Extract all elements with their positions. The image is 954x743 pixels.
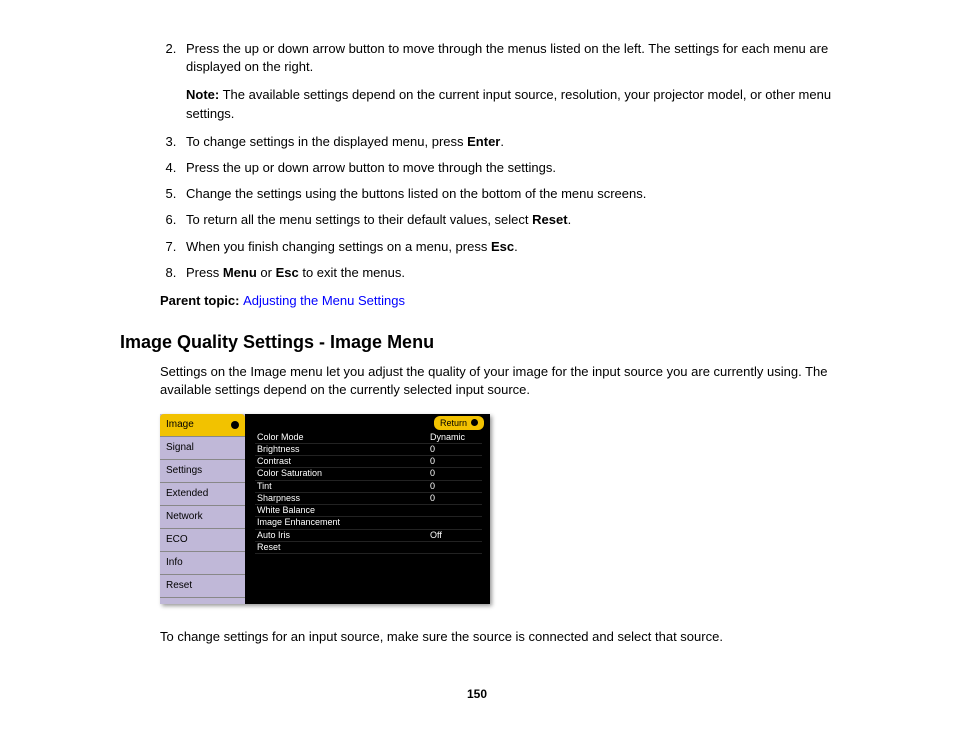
instruction-list: Press the up or down arrow button to mov…	[160, 40, 854, 282]
step-7: When you finish changing settings on a m…	[180, 238, 854, 256]
step-8-menu: Menu	[223, 265, 257, 280]
note-text: The available settings depend on the cur…	[186, 87, 831, 120]
menu-row-label: Color Mode	[257, 432, 304, 443]
step-4: Press the up or down arrow button to mov…	[180, 159, 854, 177]
step-8-a: Press	[186, 265, 223, 280]
step-7-c: .	[514, 239, 518, 254]
tab-indicator-icon	[231, 421, 239, 429]
menu-row-label: Image Enhancement	[257, 517, 340, 528]
menu-row[interactable]: Color Mode Dynamic	[255, 432, 482, 444]
menu-tab-label: ECO	[166, 533, 188, 547]
menu-tab-settings[interactable]: Settings	[160, 460, 245, 483]
step-6-reset: Reset	[532, 212, 567, 227]
menu-tab-label: Settings	[166, 464, 202, 478]
menu-tab-network[interactable]: Network	[160, 506, 245, 529]
menu-row[interactable]: White Balance	[255, 505, 482, 517]
return-indicator-icon	[471, 419, 478, 426]
post-paragraph: To change settings for an input source, …	[160, 628, 854, 646]
menu-row-label: Sharpness	[257, 493, 300, 504]
step-3-c: .	[500, 134, 504, 149]
menu-row-label: Brightness	[257, 444, 300, 455]
step-7-a: When you finish changing settings on a m…	[186, 239, 491, 254]
step-8-c: or	[257, 265, 276, 280]
menu-row-value	[430, 505, 480, 516]
menu-row-value	[430, 517, 480, 528]
menu-row[interactable]: Color Saturation 0	[255, 468, 482, 480]
step-3: To change settings in the displayed menu…	[180, 133, 854, 151]
menu-tab-info[interactable]: Info	[160, 552, 245, 575]
step-2-text: Press the up or down arrow button to mov…	[186, 41, 828, 74]
step-8-e: to exit the menus.	[299, 265, 405, 280]
projector-menu-screenshot: Image Signal Settings Extended Network E…	[160, 414, 490, 604]
step-8-esc: Esc	[276, 265, 299, 280]
menu-row-value: 0	[430, 481, 480, 492]
page-number: 150	[60, 686, 894, 703]
menu-tab-label: Extended	[166, 487, 208, 501]
menu-row-value	[430, 542, 480, 553]
menu-row-label: Contrast	[257, 456, 291, 467]
menu-tab-extended[interactable]: Extended	[160, 483, 245, 506]
parent-topic-link[interactable]: Adjusting the Menu Settings	[243, 293, 405, 308]
step-6-a: To return all the menu settings to their…	[186, 212, 532, 227]
menu-tab-label: Image	[166, 418, 194, 432]
menu-items: Color ModeDynamic Brightness0 Contrast0 …	[255, 432, 482, 555]
return-button[interactable]: Return	[434, 416, 484, 431]
menu-row-label: Color Saturation	[257, 468, 322, 479]
menu-row-value: 0	[430, 468, 480, 479]
menu-row-label: Reset	[257, 542, 281, 553]
menu-row-value: 0	[430, 493, 480, 504]
menu-right-panel: Return Color Mode Dynamic Brightness 0 Con…	[245, 414, 490, 604]
step-6: To return all the menu settings to their…	[180, 211, 854, 229]
step-7-esc: Esc	[491, 239, 514, 254]
menu-row[interactable]: Reset	[255, 542, 482, 554]
step-3-a: To change settings in the displayed menu…	[186, 134, 467, 149]
menu-left-tabs: Image Signal Settings Extended Network E…	[160, 414, 245, 604]
menu-tab-reset[interactable]: Reset	[160, 575, 245, 598]
menu-tab-eco[interactable]: ECO	[160, 529, 245, 552]
menu-row[interactable]: Sharpness 0	[255, 493, 482, 505]
step-2: Press the up or down arrow button to mov…	[180, 40, 854, 123]
step-8: Press Menu or Esc to exit the menus.	[180, 264, 854, 282]
section-heading: Image Quality Settings - Image Menu	[120, 330, 894, 355]
menu-tab-signal[interactable]: Signal	[160, 437, 245, 460]
intro-paragraph: Settings on the Image menu let you adjus…	[160, 363, 854, 399]
note-block: Note: The available settings depend on t…	[186, 86, 854, 122]
return-label: Return	[440, 417, 467, 430]
menu-row-label: Tint	[257, 481, 272, 492]
menu-row-value: 0	[430, 456, 480, 467]
menu-row[interactable]: Tint 0	[255, 481, 482, 493]
menu-row[interactable]: Auto Iris Off	[255, 530, 482, 542]
menu-tab-label: Signal	[166, 441, 194, 455]
menu-row[interactable]: Brightness 0	[255, 444, 482, 456]
step-5: Change the settings using the buttons li…	[180, 185, 854, 203]
menu-row[interactable]: Image Enhancement	[255, 517, 482, 529]
step-3-enter: Enter	[467, 134, 500, 149]
menu-tab-label: Network	[166, 510, 203, 524]
step-6-c: .	[568, 212, 572, 227]
menu-row-value: 0	[430, 444, 480, 455]
menu-row-value: Off	[430, 530, 480, 541]
menu-tab-label: Reset	[166, 579, 192, 593]
parent-topic: Parent topic: Adjusting the Menu Setting…	[160, 292, 854, 310]
menu-row-label: White Balance	[257, 505, 315, 516]
parent-topic-label: Parent topic:	[160, 293, 243, 308]
note-label: Note:	[186, 87, 219, 102]
menu-tab-image[interactable]: Image	[160, 414, 245, 437]
menu-row-label: Auto Iris	[257, 530, 290, 541]
menu-tab-label: Info	[166, 556, 183, 570]
menu-row-value: Dynamic	[430, 432, 480, 443]
menu-row[interactable]: Contrast 0	[255, 456, 482, 468]
